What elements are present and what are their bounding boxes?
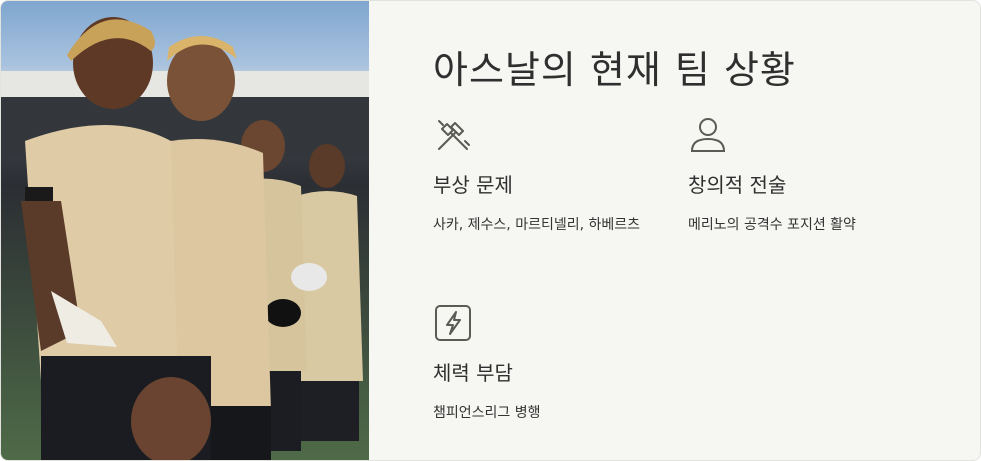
- feature-title: 부상 문제: [433, 173, 513, 197]
- feature-tactics: 창의적 전술 메리노의 공격수 포지션 활약: [688, 115, 948, 237]
- person-icon: [690, 118, 726, 152]
- feature-description: 메리노의 공격수 포지션 활약: [688, 217, 856, 233]
- crossed-tools-icon: [438, 120, 470, 150]
- feature-title: 창의적 전술: [688, 173, 787, 197]
- feature-title: 체력 부담: [433, 361, 513, 385]
- content-panel: 아스날의 현재 팀 상황 부상 문제 사카, 제수스, 마르티넬리, 하베르츠: [369, 1, 980, 460]
- lightning-box-icon: [435, 305, 471, 341]
- players-illustration: [1, 17, 369, 460]
- page-title: 아스날의 현재 팀 상황: [433, 48, 796, 92]
- feature-fatigue: 체력 부담 챔피언스리그 병행: [433, 303, 665, 425]
- feature-description: 사카, 제수스, 마르티넬리, 하베르츠: [433, 217, 641, 233]
- feature-description: 챔피언스리그 병행: [433, 405, 541, 421]
- feature-injury: 부상 문제 사카, 제수스, 마르티넬리, 하베르츠: [433, 115, 665, 237]
- slide-card: 아스날의 현재 팀 상황 부상 문제 사카, 제수스, 마르티넬리, 하베르츠: [0, 0, 981, 461]
- team-players-photo: [1, 1, 369, 460]
